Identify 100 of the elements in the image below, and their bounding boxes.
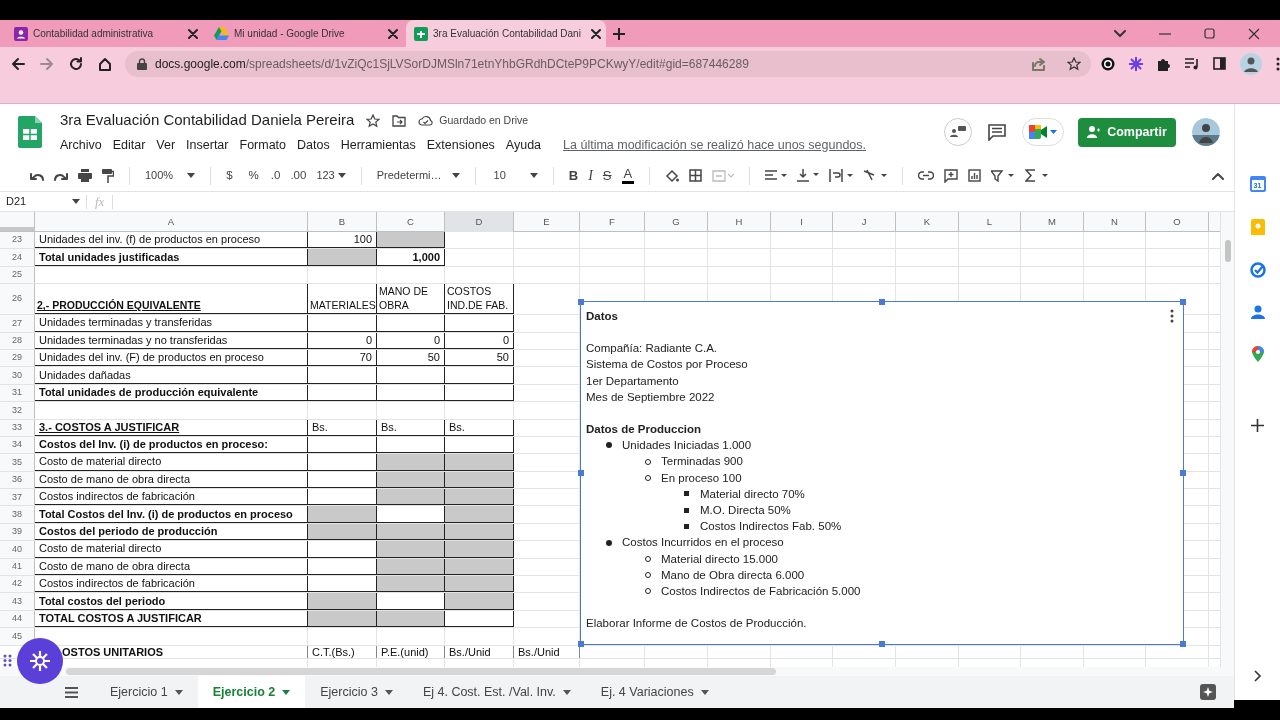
font-size-dropdown[interactable]: 10 — [490, 167, 538, 184]
comment-icon[interactable] — [988, 123, 1006, 141]
column-header[interactable]: D — [445, 212, 514, 232]
sheet-tab[interactable]: Ejercicio 3 — [305, 676, 408, 708]
tasks-icon[interactable] — [1249, 262, 1266, 278]
column-header[interactable]: H — [708, 212, 771, 232]
share-button[interactable]: Compartir — [1078, 117, 1176, 147]
close-icon[interactable] — [188, 28, 198, 39]
sheet-list-icon[interactable] — [65, 686, 78, 698]
menu-item[interactable]: Ver — [156, 135, 176, 155]
maximize-icon[interactable] — [1204, 28, 1215, 39]
column-header[interactable]: K — [896, 212, 959, 232]
row-number[interactable]: 35 — [0, 454, 35, 471]
close-icon[interactable] — [388, 28, 398, 39]
minimize-icon[interactable] — [1159, 32, 1171, 35]
sheet-tab[interactable]: Ejercicio 1 — [95, 676, 198, 708]
extension-icon[interactable] — [1101, 56, 1115, 71]
resize-handle[interactable] — [1180, 641, 1186, 647]
row-number[interactable]: 24 — [0, 249, 35, 266]
puzzle-icon[interactable] — [1157, 56, 1171, 71]
redo-icon[interactable] — [54, 170, 68, 181]
zoom-dropdown[interactable]: 100% — [145, 167, 196, 184]
back-icon[interactable] — [11, 56, 25, 71]
vertical-scrollbar[interactable] — [1220, 212, 1234, 667]
align-left-icon[interactable] — [765, 169, 788, 182]
star-icon[interactable] — [366, 113, 381, 128]
number-format-dropdown[interactable]: 123 — [316, 167, 346, 184]
home-icon[interactable] — [98, 56, 112, 71]
collapse-icon[interactable] — [1212, 171, 1224, 180]
row-number[interactable]: 32 — [0, 402, 35, 419]
link-icon[interactable] — [918, 171, 935, 180]
menu-item[interactable]: Archivo — [60, 135, 102, 155]
row-number[interactable]: 30 — [0, 367, 35, 384]
document-title[interactable]: 3ra Evaluación Contabilidad Daniela Pereira — [60, 109, 355, 132]
text-wrap-icon[interactable] — [829, 169, 854, 182]
text-rotation-icon[interactable] — [863, 169, 888, 182]
sparkle-icon[interactable] — [1129, 56, 1143, 71]
contacts-icon[interactable] — [1250, 305, 1265, 319]
avatar-icon[interactable] — [1240, 52, 1262, 75]
more-icon[interactable] — [1276, 56, 1280, 71]
row-number[interactable]: 42 — [0, 576, 35, 593]
row-number[interactable]: 38 — [0, 506, 35, 523]
sheet-tab[interactable]: Ej 4. Cost. Est. /Val. Inv. — [407, 676, 586, 708]
text-color-button[interactable]: A — [621, 167, 635, 184]
column-header[interactable]: G — [645, 212, 708, 232]
last-edit-link[interactable]: La última modificación se realizó hace unos segundos. — [563, 135, 867, 155]
move-folder-icon[interactable] — [392, 114, 407, 127]
row-number[interactable]: 43 — [0, 593, 35, 610]
resize-handle[interactable] — [1180, 470, 1186, 476]
address-bar[interactable]: docs.google.com/spreadsheets/d/1vZiQc1SjLVSorDJMSln71etnYhbGRdhDCteP9PCKwyY/edit#gid=687446289 — [125, 50, 1091, 77]
menu-item[interactable]: Editar — [112, 135, 146, 155]
menu-item[interactable]: Insertar — [186, 135, 229, 155]
browser-tab[interactable]: 3ra Evaluación Contabilidad Dani — [406, 20, 606, 47]
add-comment-icon[interactable] — [944, 168, 959, 183]
column-header[interactable]: I — [771, 212, 833, 232]
row-number[interactable]: 37 — [0, 489, 35, 506]
paint-format-icon[interactable] — [102, 168, 114, 183]
row-number[interactable]: 26 — [0, 284, 35, 315]
column-header[interactable]: J — [833, 212, 896, 232]
column-header[interactable]: M — [1021, 212, 1084, 232]
sheets-logo-icon[interactable] — [18, 116, 42, 148]
menu-item[interactable]: Datos — [297, 135, 330, 155]
sheet-tab[interactable]: Ejercicio 2 — [197, 676, 306, 708]
menu-item[interactable]: Extensiones — [426, 135, 495, 155]
add-icon[interactable] — [1251, 419, 1264, 432]
chart-icon[interactable] — [968, 169, 982, 182]
explore-icon[interactable] — [1200, 684, 1216, 700]
browser-tab[interactable]: Contabilidad administrativa — [6, 20, 206, 47]
column-header[interactable]: N — [1084, 212, 1146, 232]
browser-tab[interactable]: Mi unidad - Google Drive — [206, 20, 406, 47]
strikethrough-button[interactable]: S — [602, 165, 612, 186]
avatar-icon[interactable] — [1192, 118, 1220, 146]
menu-item[interactable]: Ayuda — [505, 135, 542, 155]
bold-button[interactable]: B — [568, 165, 579, 186]
resize-handle[interactable] — [578, 641, 584, 647]
scrollbar-thumb[interactable] — [1225, 240, 1231, 262]
resize-handle[interactable] — [879, 299, 885, 305]
resize-handle[interactable] — [578, 299, 584, 305]
merge-cells-icon[interactable] — [712, 169, 735, 182]
row-number[interactable]: 40 — [0, 541, 35, 558]
menu-item[interactable]: Formato — [239, 135, 287, 155]
close-icon[interactable] — [590, 28, 601, 39]
increase-decimals-button[interactable]: .00 — [290, 166, 307, 185]
media-icon[interactable] — [1185, 57, 1199, 70]
map-pin-icon[interactable] — [1251, 346, 1264, 362]
undo-icon[interactable] — [30, 170, 44, 181]
sum-icon[interactable] — [1025, 169, 1050, 182]
menu-item[interactable]: Herramientas — [340, 135, 416, 155]
row-number[interactable]: 45 — [0, 628, 35, 645]
scrollbar-thumb[interactable] — [66, 668, 776, 675]
drag-handle-icon[interactable] — [3, 654, 12, 667]
fill-color-icon[interactable] — [665, 168, 680, 183]
column-header[interactable]: F — [580, 212, 645, 232]
new-tab-icon[interactable] — [613, 27, 625, 40]
resize-handle[interactable] — [578, 470, 584, 476]
column-header[interactable]: O — [1146, 212, 1209, 232]
percent-button[interactable]: % — [248, 166, 259, 185]
vertical-align-icon[interactable] — [797, 169, 820, 182]
italic-button[interactable]: I — [588, 165, 593, 186]
text-box[interactable] — [580, 301, 1184, 645]
